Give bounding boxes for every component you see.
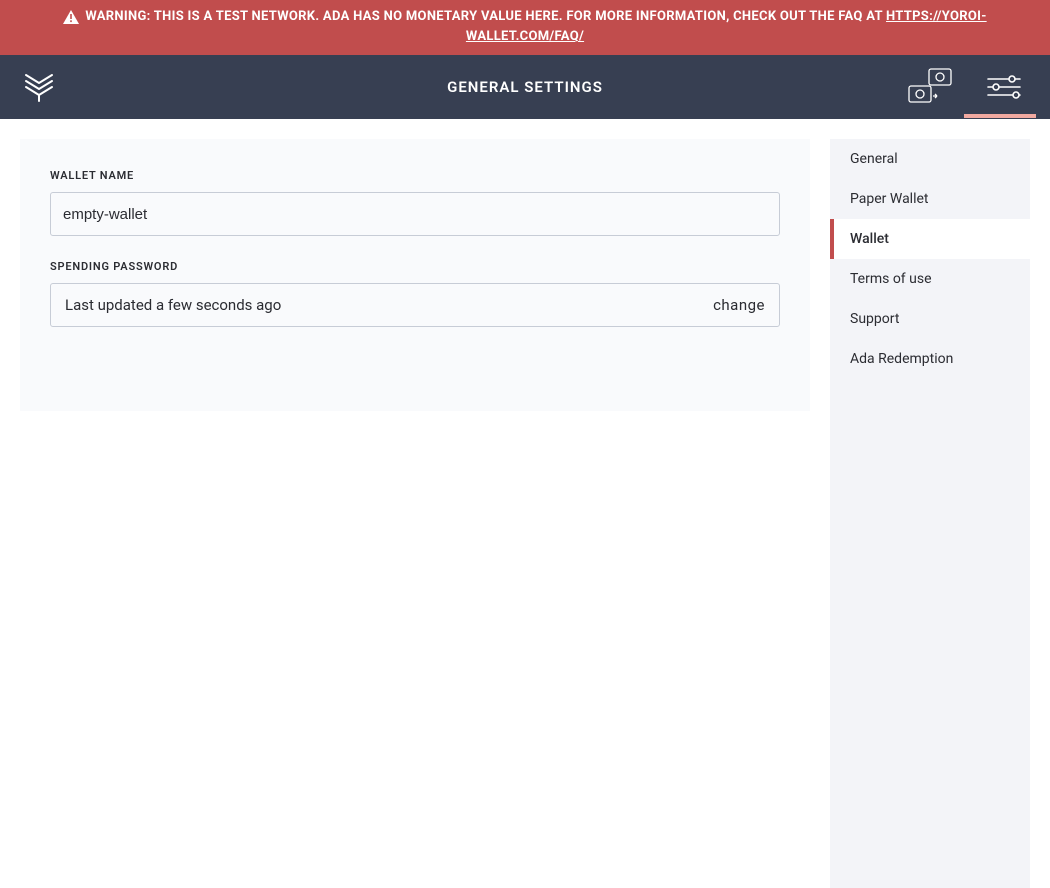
settings-icon[interactable] [980, 55, 1028, 119]
sidenav-item-wallet[interactable]: Wallet [830, 219, 1030, 259]
page-title: GENERAL SETTINGS [447, 78, 603, 96]
settings-sidenav: General Paper Wallet Wallet Terms of use… [830, 139, 1030, 888]
sidenav-item-paper-wallet[interactable]: Paper Wallet [830, 179, 1030, 219]
topbar: GENERAL SETTINGS [0, 55, 1050, 119]
sidenav-item-label: Wallet [850, 231, 889, 247]
sidenav-item-label: Ada Redemption [850, 351, 953, 367]
sidenav-item-general[interactable]: General [830, 139, 1030, 179]
wallet-name-field: WALLET NAME [50, 169, 780, 236]
test-network-warning-banner: WARNING: THIS IS A TEST NETWORK. ADA HAS… [0, 0, 1050, 55]
sidenav-item-support[interactable]: Support [830, 299, 1030, 339]
change-password-link[interactable]: change [713, 296, 765, 314]
sidenav-item-label: Terms of use [850, 271, 932, 287]
sidenav-item-label: General [850, 151, 898, 167]
daedalus-transfer-icon[interactable] [906, 55, 954, 119]
sidenav-item-label: Paper Wallet [850, 191, 929, 207]
wallet-name-label: WALLET NAME [50, 169, 780, 182]
warning-text: WARNING: THIS IS A TEST NETWORK. ADA HAS… [85, 9, 886, 24]
sidenav-item-ada-redemption[interactable]: Ada Redemption [830, 339, 1030, 379]
warning-icon [63, 10, 79, 24]
main-content: WALLET NAME SPENDING PASSWORD Last updat… [0, 119, 1050, 888]
spending-password-row: Last updated a few seconds ago change [50, 283, 780, 327]
sidenav-item-label: Support [850, 311, 899, 327]
settings-panel: WALLET NAME SPENDING PASSWORD Last updat… [20, 139, 810, 411]
spending-password-label: SPENDING PASSWORD [50, 260, 780, 273]
settings-active-indicator [964, 114, 1036, 118]
spending-password-field: SPENDING PASSWORD Last updated a few sec… [50, 260, 780, 327]
wallet-name-input[interactable] [50, 192, 780, 236]
spending-password-status: Last updated a few seconds ago [65, 296, 281, 314]
app-logo[interactable] [22, 70, 56, 104]
sidenav-item-terms-of-use[interactable]: Terms of use [830, 259, 1030, 299]
